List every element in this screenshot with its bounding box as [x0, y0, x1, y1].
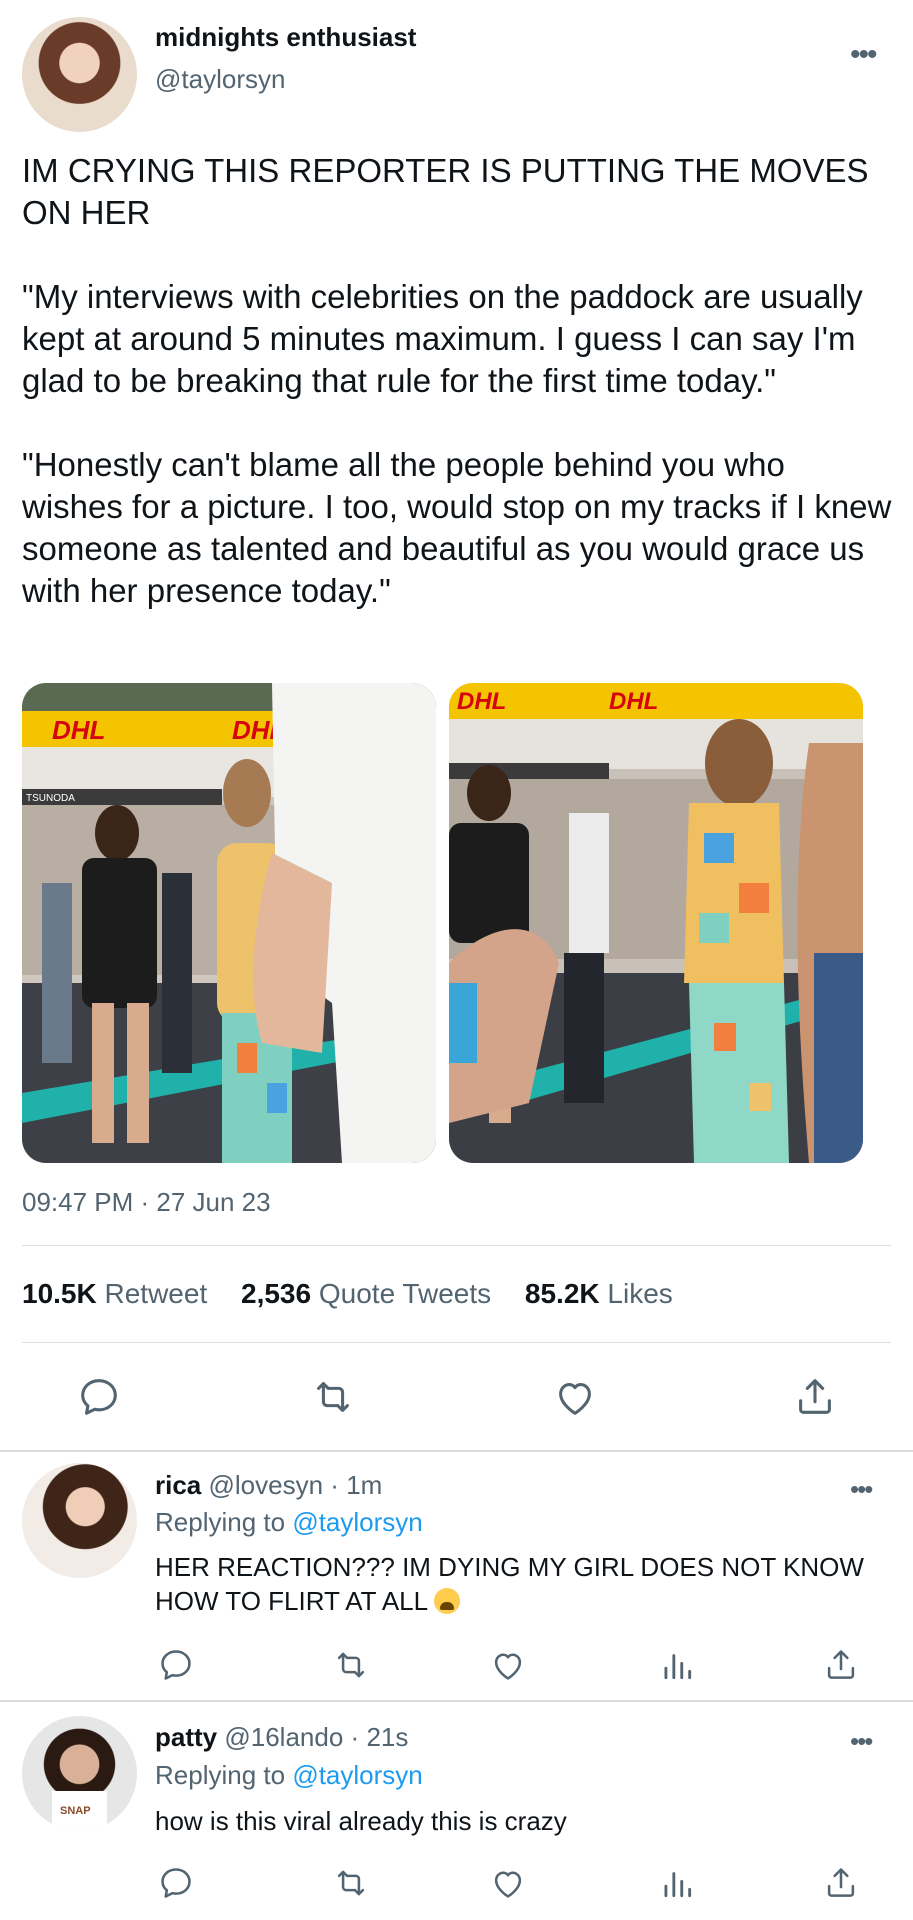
avatar-shirt-text: SNAP [60, 1805, 91, 1817]
reply-icon[interactable] [157, 1864, 195, 1902]
share-icon[interactable] [822, 1646, 860, 1684]
tweet-text-line1: IM CRYING THIS REPORTER IS PUTTING THE M… [22, 152, 869, 231]
engagement-stats: 10.5K Retweet 2,536 Quote Tweets 85.2K L… [22, 1278, 673, 1310]
share-icon[interactable] [792, 1374, 838, 1420]
reply-time[interactable]: 21s [366, 1722, 408, 1752]
retweet-count[interactable]: 10.5K Retweet [22, 1278, 207, 1309]
like-heart-icon[interactable] [489, 1864, 527, 1902]
tweet-photo-1[interactable]: DHL DHL TSUNODA [22, 683, 436, 1163]
crying-emoji-icon [434, 1588, 461, 1614]
replying-to-link[interactable]: @taylorsyn [292, 1760, 422, 1790]
ellipsis-icon[interactable]: ••• [850, 1476, 873, 1502]
dhl-sign-text: DHL [457, 688, 506, 715]
reply-header: rica @lovesyn · 1m [155, 1470, 383, 1500]
replying-to: Replying to @taylorsyn [155, 1760, 423, 1790]
reply-icon[interactable] [76, 1374, 122, 1420]
retweet-icon[interactable] [310, 1374, 356, 1420]
reply-author-handle[interactable]: @16lando [224, 1722, 343, 1752]
analytics-icon[interactable] [658, 1646, 696, 1684]
reply-time[interactable]: 1m [346, 1470, 382, 1500]
ellipsis-icon[interactable]: ••• [850, 1728, 873, 1754]
retweet-icon[interactable] [332, 1646, 370, 1684]
dhl-sign-text: DHL [52, 715, 105, 745]
reply-avatar[interactable]: SNAP [22, 1716, 137, 1831]
like-heart-icon[interactable] [552, 1374, 598, 1420]
retweet-icon[interactable] [332, 1864, 370, 1902]
author-avatar[interactable] [22, 17, 137, 132]
tweet-photo-2[interactable]: DHL DHL [449, 683, 863, 1163]
divider [22, 1245, 891, 1246]
photo-1-graphic: DHL DHL TSUNODA [22, 683, 436, 1163]
author-handle[interactable]: @taylorsyn [155, 64, 285, 95]
reply-author-name[interactable]: rica [155, 1470, 201, 1500]
reply-icon[interactable] [157, 1646, 195, 1684]
like-heart-icon[interactable] [489, 1646, 527, 1684]
dhl-sign-text: DHL [609, 688, 658, 715]
reply-avatar-graphic: SNAP [52, 1791, 107, 1831]
author-name[interactable]: midnights enthusiast [155, 22, 416, 53]
tsunoda-sign-text: TSUNODA [26, 793, 75, 804]
reply-author-name[interactable]: patty [155, 1722, 217, 1752]
analytics-icon[interactable] [658, 1864, 696, 1902]
quote-tweet-count[interactable]: 2,536 Quote Tweets [241, 1278, 491, 1309]
divider [0, 1700, 913, 1702]
tweet-text: IM CRYING THIS REPORTER IS PUTTING THE M… [22, 150, 892, 654]
reply-header: patty @16lando · 21s [155, 1722, 409, 1752]
reply-text: how is this viral already this is crazy [155, 1806, 567, 1836]
divider [0, 1450, 913, 1452]
tweet-text-para3: "Honestly can't blame all the people beh… [22, 446, 892, 609]
share-icon[interactable] [822, 1864, 860, 1902]
reply-avatar[interactable] [22, 1463, 137, 1578]
like-count[interactable]: 85.2K Likes [525, 1278, 673, 1309]
divider [22, 1342, 891, 1343]
photo-2-graphic: DHL DHL [449, 683, 863, 1163]
replying-to-link[interactable]: @taylorsyn [292, 1507, 422, 1537]
reply-author-handle[interactable]: @lovesyn [209, 1470, 324, 1500]
reply-text: HER REACTION??? IM DYING MY GIRL DOES NO… [155, 1552, 864, 1616]
tweet-text-para2: "My interviews with celebrities on the p… [22, 278, 863, 399]
replying-to: Replying to @taylorsyn [155, 1507, 423, 1537]
tweet-detail-page: midnights enthusiast @taylorsyn ••• IM C… [0, 0, 913, 1920]
ellipsis-icon[interactable]: ••• [850, 40, 877, 70]
tweet-timestamp[interactable]: 09:47 PM · 27 Jun 23 [22, 1187, 271, 1218]
